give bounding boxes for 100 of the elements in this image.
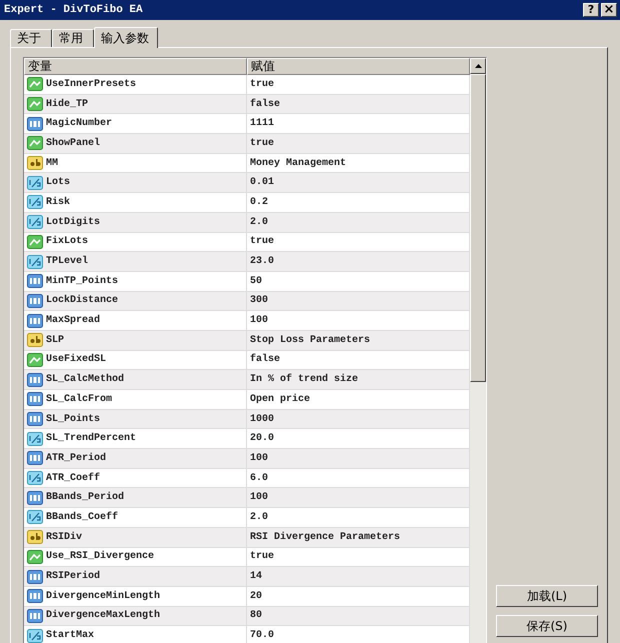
parameter-value: 1111 — [250, 118, 274, 130]
scroll-thumb[interactable] — [470, 74, 486, 382]
decimal-param-icon — [27, 471, 43, 486]
bool-param-icon — [27, 136, 43, 150]
parameter-value: true — [250, 138, 274, 149]
decimal-param-icon — [27, 176, 43, 190]
parameter-name: RSIDiv — [46, 532, 82, 543]
integer-param-icon — [27, 490, 43, 505]
parameter-value: 2.0 — [250, 512, 268, 523]
bool-param-icon — [27, 234, 43, 249]
parameter-name: UseInnerPresets — [46, 78, 136, 90]
decimal-param-icon — [27, 215, 43, 230]
parameter-value: 80 — [250, 610, 262, 622]
parameter-name: LotDigits — [46, 216, 100, 228]
parameter-value: 23.0 — [250, 256, 274, 268]
save-button[interactable]: 保存(S) — [496, 615, 598, 637]
integer-param-icon — [27, 608, 43, 623]
integer-param-icon — [27, 314, 43, 328]
parameter-value: Money Management — [250, 158, 346, 169]
decimal-param-icon — [27, 628, 43, 643]
decimal-param-icon — [27, 195, 43, 210]
window-title: Expert - DivToFibo EA — [4, 4, 143, 16]
bool-param-icon — [27, 352, 43, 367]
up-arrow-icon — [474, 64, 482, 68]
parameter-name: LockDistance — [46, 295, 118, 306]
parameter-value: 20.0 — [250, 433, 274, 444]
parameter-name: MagicNumber — [46, 118, 112, 130]
parameter-name: MinTP_Points — [46, 276, 118, 287]
load-button[interactable]: 加载(L) — [496, 585, 598, 607]
string-param-icon — [27, 156, 43, 170]
parameter-value: true — [250, 236, 274, 248]
parameter-name: SLP — [46, 334, 64, 346]
integer-param-icon — [27, 294, 43, 308]
parameter-value: 6.0 — [250, 472, 268, 484]
parameter-name: ATR_Period — [46, 452, 106, 464]
integer-param-icon — [27, 412, 43, 426]
parameter-name: ATR_Coeff — [46, 472, 100, 484]
parameter-value: Open price — [250, 394, 310, 405]
parameter-name: SL_TrendPercent — [46, 433, 136, 444]
parameter-value: false — [250, 98, 280, 110]
integer-param-icon — [27, 589, 43, 604]
parameter-value: true — [250, 78, 274, 90]
parameter-value: 70.0 — [250, 630, 274, 642]
column-header[interactable]: 变量 — [24, 58, 247, 75]
parameter-value: true — [250, 551, 274, 562]
help-button[interactable]: ? — [583, 3, 599, 17]
parameter-name: RSIPeriod — [46, 571, 100, 582]
parameter-name: BBands_Coeff — [46, 512, 118, 523]
integer-param-icon — [27, 392, 43, 406]
decimal-param-icon — [27, 254, 43, 269]
parameter-value: 20 — [250, 590, 262, 602]
parameter-name: Use_RSI_Divergence — [46, 551, 154, 562]
integer-param-icon — [27, 116, 43, 131]
parameter-name: TPLevel — [46, 256, 88, 268]
integer-param-icon — [27, 274, 43, 288]
parameter-value: 300 — [250, 295, 268, 306]
parameter-value: 2.0 — [250, 216, 268, 228]
parameter-name: Hide_TP — [46, 98, 88, 110]
parameter-name: StartMax — [46, 630, 94, 642]
parameter-name: SL_Points — [46, 414, 100, 425]
scroll-up-button[interactable] — [470, 58, 486, 74]
close-button[interactable]: × — [601, 3, 617, 17]
parameter-value: 0.2 — [250, 196, 268, 208]
bool-param-icon — [27, 550, 43, 564]
parameter-value: 0.01 — [250, 177, 274, 188]
integer-param-icon — [27, 372, 43, 387]
parameter-value: 1000 — [250, 414, 274, 425]
parameter-value: 100 — [250, 492, 268, 504]
parameter-value: false — [250, 354, 280, 366]
tab[interactable]: 关于 — [10, 29, 52, 47]
parameter-name: Risk — [46, 196, 70, 208]
integer-param-icon — [27, 570, 43, 584]
parameter-name: SL_CalcMethod — [46, 374, 124, 386]
parameter-value: 100 — [250, 452, 268, 464]
parameter-name: MaxSpread — [46, 315, 100, 326]
parameter-name: Lots — [46, 177, 70, 188]
parameter-value: Stop Loss Parameters — [250, 334, 370, 346]
tab[interactable]: 常用 — [52, 29, 94, 47]
parameter-value: 50 — [250, 276, 262, 287]
string-param-icon — [27, 333, 43, 348]
tab[interactable]: 输入参数 — [94, 27, 158, 48]
scrollbar[interactable] — [470, 58, 486, 643]
decimal-param-icon — [27, 432, 43, 446]
bool-param-icon — [27, 77, 43, 92]
decimal-param-icon — [27, 510, 43, 524]
parameter-value: RSI Divergence Parameters — [250, 532, 400, 543]
parameter-value: In % of trend size — [250, 374, 358, 386]
parameter-name: DivergenceMaxLength — [46, 610, 160, 622]
column-header[interactable]: 赋值 — [247, 58, 470, 75]
parameter-name: MM — [46, 158, 58, 169]
bool-param-icon — [27, 97, 43, 112]
parameter-name: ShowPanel — [46, 138, 100, 149]
parameter-name: FixLots — [46, 236, 88, 248]
parameter-value: 14 — [250, 571, 262, 582]
parameter-value: 100 — [250, 315, 268, 326]
parameter-name: UseFixedSL — [46, 354, 106, 366]
string-param-icon — [27, 530, 43, 544]
parameter-name: SL_CalcFrom — [46, 394, 112, 405]
integer-param-icon — [27, 451, 43, 466]
parameter-name: BBands_Period — [46, 492, 124, 504]
